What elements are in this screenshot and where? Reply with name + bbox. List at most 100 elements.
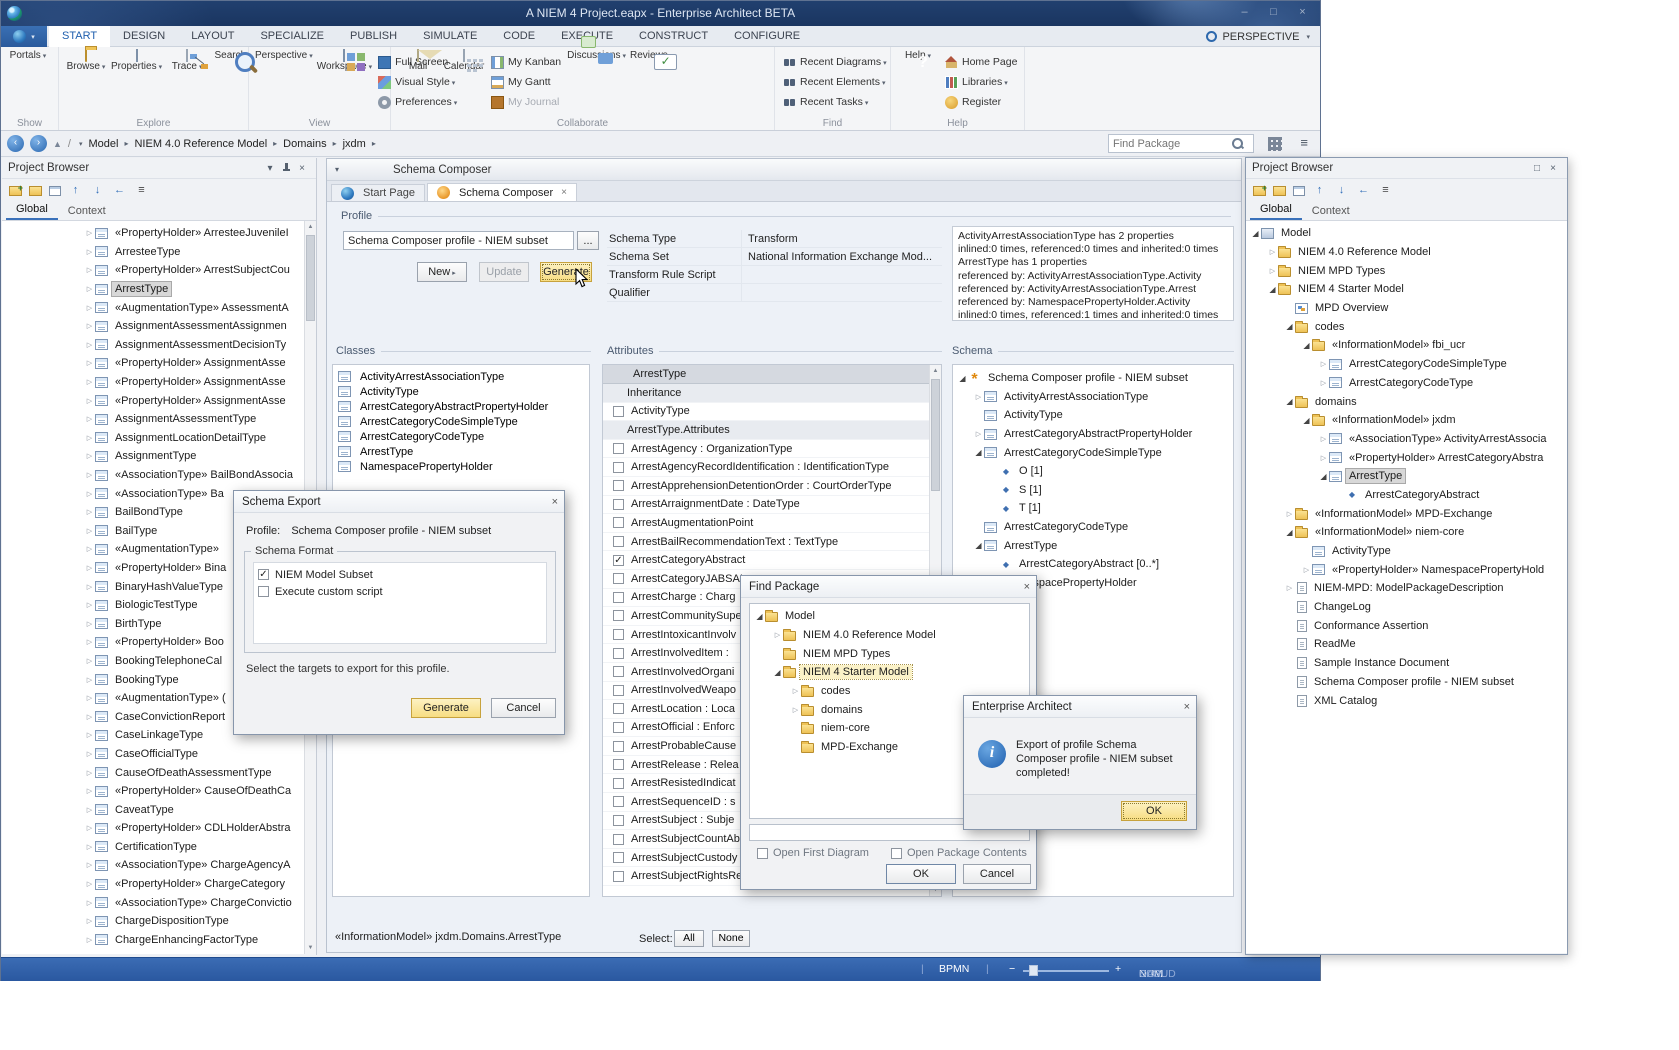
attribute-checkbox[interactable]	[613, 703, 624, 714]
profile-name-input[interactable]	[343, 231, 574, 250]
right-tree-item-informationmodel-fbi-ucr[interactable]: ◢«InformationModel» fbi_ucr	[1246, 336, 1565, 355]
expand-icon[interactable]: ▷	[84, 434, 95, 442]
collapse-icon[interactable]: ◢	[1284, 528, 1295, 537]
expand-icon[interactable]: ▷	[1318, 360, 1329, 368]
attribute-checkbox[interactable]	[613, 648, 624, 659]
ribbon-button-portals[interactable]: Portals▾	[5, 49, 51, 63]
right-tree-item-arresttype[interactable]: ◢ArrestType	[1246, 467, 1565, 486]
right-tree-item-sample-instance-document[interactable]: Sample Instance Document	[1246, 654, 1565, 673]
schema-tree-item-schema-composer-profile-niem-subset[interactable]: ◢Schema Composer profile - NIEM subset	[953, 369, 1233, 388]
maximize-button[interactable]: □	[1260, 4, 1287, 22]
menu-tab-layout[interactable]: LAYOUT	[178, 26, 247, 47]
schema-tree-item-t-1[interactable]: T [1]	[953, 499, 1233, 518]
export-option-niem-model-subset[interactable]: NIEM Model Subset	[258, 566, 542, 583]
attribute-checkbox[interactable]	[613, 555, 624, 566]
class-item-arrestcategorycodetype[interactable]: ArrestCategoryCodeType	[333, 429, 589, 444]
titlebar[interactable]: A NIEM 4 Project.eapx - Enterprise Archi…	[1, 1, 1320, 26]
dialog-titlebar[interactable]: Enterprise Architect ×	[964, 696, 1196, 718]
expand-icon[interactable]: ▷	[84, 452, 95, 460]
menu-tab-simulate[interactable]: SIMULATE	[410, 26, 490, 47]
right-tree-item-niem-mpd-types[interactable]: ▷NIEM MPD Types	[1246, 261, 1565, 280]
attribute-row-activitytype[interactable]: ActivityType	[603, 403, 929, 422]
expand-icon[interactable]: ▷	[84, 936, 95, 944]
expand-icon[interactable]: ▷	[84, 620, 95, 628]
collapse-icon[interactable]: ◢	[1284, 397, 1295, 406]
expand-icon[interactable]: ▷	[1267, 267, 1278, 275]
left-browser-tab-context[interactable]: Context	[58, 202, 116, 220]
left-tree-item-assignmenttype[interactable]: ▷AssignmentType	[2, 447, 304, 466]
scrollbar-thumb[interactable]	[306, 235, 315, 321]
cancel-button[interactable]: Cancel	[491, 698, 556, 718]
ribbon-button-home-page[interactable]: Home Page	[941, 53, 1021, 71]
expand-icon[interactable]: ▷	[84, 397, 95, 405]
zoom-in-button[interactable]: +	[1115, 963, 1121, 975]
close-icon[interactable]: ×	[294, 163, 310, 174]
ribbon-button-help[interactable]: Help▾	[895, 49, 941, 63]
app-menu-button[interactable]: ▾	[1, 26, 47, 47]
packages-icon[interactable]	[29, 186, 42, 196]
attribute-checkbox[interactable]	[613, 666, 624, 677]
right-tree-item-propertyholder-namespacepropertyhold[interactable]: ▷«PropertyHolder» NamespacePropertyHold	[1246, 560, 1565, 579]
right-tree-item-niem-mpd-modelpackagedescription[interactable]: ▷NIEM-MPD: ModelPackageDescription	[1246, 579, 1565, 598]
attribute-checkbox[interactable]	[613, 796, 624, 807]
right-tree-item-model[interactable]: ◢Model	[1246, 224, 1565, 243]
pin-icon[interactable]	[278, 162, 294, 174]
attribute-row-arrestapprehensiondetentionorder-courtordertype[interactable]: ArrestApprehensionDetentionOrder : Court…	[603, 477, 929, 496]
right-tree-item-informationmodel-mpd-exchange[interactable]: ▷«InformationModel» MPD-Exchange	[1246, 504, 1565, 523]
panel-header[interactable]: Project Browser □ ×	[1246, 158, 1567, 179]
left-tree-item-associationtype-bailbondassocia[interactable]: ▷«AssociationType» BailBondAssocia	[2, 466, 304, 485]
perspective-menu[interactable]: PERSPECTIVE ▾	[1206, 26, 1310, 47]
collapse-icon[interactable]: ◢	[973, 541, 984, 550]
left-tree-item-arresteetype[interactable]: ▷ArresteeType	[2, 243, 304, 262]
expand-icon[interactable]: ▷	[84, 490, 95, 498]
find-package-input[interactable]	[1113, 138, 1231, 150]
expand-icon[interactable]: ▷	[84, 824, 95, 832]
ribbon-button-reviews[interactable]: Reviews▾	[628, 49, 675, 63]
right-tree-item-informationmodel-niem-core[interactable]: ◢«InformationModel» niem-core	[1246, 523, 1565, 542]
left-tree-item-propertyholder-arrestsubjectcou[interactable]: ▷«PropertyHolder» ArrestSubjectCou	[2, 261, 304, 280]
status-perspective[interactable]: BPMN	[939, 963, 969, 975]
expand-icon[interactable]: ▷	[790, 706, 801, 714]
ribbon-button-mail[interactable]: Mail	[395, 49, 441, 73]
ribbon-button-properties[interactable]: Properties▾	[109, 49, 164, 74]
option-checkbox[interactable]	[258, 569, 269, 580]
views-icon[interactable]	[49, 186, 61, 196]
options-icon[interactable]: ≡	[134, 183, 149, 197]
expand-icon[interactable]: ▷	[84, 601, 95, 609]
attribute-row-arrestcategoryabstract[interactable]: ArrestCategoryAbstract	[603, 551, 929, 570]
expand-icon[interactable]: ▷	[1284, 510, 1295, 518]
select-all-button[interactable]: All	[674, 930, 704, 947]
schema-tree-item-s-1[interactable]: S [1]	[953, 481, 1233, 500]
schema-tree-item-o-1[interactable]: O [1]	[953, 462, 1233, 481]
collapse-icon[interactable]: ◢	[772, 668, 783, 677]
collapse-icon[interactable]: ◢	[957, 374, 968, 383]
find-package-box[interactable]	[1108, 134, 1254, 153]
expand-icon[interactable]: ▷	[1318, 435, 1329, 443]
left-tree-item-propertyholder-assignmentasse[interactable]: ▷«PropertyHolder» AssignmentAsse	[2, 354, 304, 373]
attribute-checkbox[interactable]	[613, 573, 624, 584]
right-tree-item-arrestcategorycodetype[interactable]: ▷ArrestCategoryCodeType	[1246, 374, 1565, 393]
left-tree-item-chargedispositiontype[interactable]: ▷ChargeDispositionType	[2, 912, 304, 931]
collapse-icon[interactable]: ◢	[1267, 285, 1278, 294]
breadcrumb-item-model[interactable]: Model	[89, 138, 119, 150]
cancel-button[interactable]: Cancel	[963, 864, 1031, 884]
move-up-icon[interactable]: ↑	[1312, 183, 1327, 197]
menu-tab-code[interactable]: CODE	[490, 26, 548, 47]
zoom-out-button[interactable]: −	[1009, 963, 1015, 975]
close-icon[interactable]: ×	[552, 491, 558, 513]
right-tree-item-mpd-overview[interactable]: MPD Overview	[1246, 299, 1565, 318]
move-down-icon[interactable]: ↓	[1334, 183, 1349, 197]
menu-tab-design[interactable]: DESIGN	[110, 26, 178, 47]
attribute-checkbox[interactable]	[613, 834, 624, 845]
open-first-diagram-option[interactable]: Open First Diagram	[757, 847, 869, 859]
add-package-icon[interactable]	[9, 186, 22, 196]
right-tree-item-conformance-assertion[interactable]: Conformance Assertion	[1246, 616, 1565, 635]
collapse-icon[interactable]: ◢	[1318, 472, 1329, 481]
attribute-checkbox[interactable]	[613, 517, 624, 528]
attribute-checkbox[interactable]	[613, 815, 624, 826]
right-tree-item-arrestcategoryabstract[interactable]: ArrestCategoryAbstract	[1246, 486, 1565, 505]
expand-icon[interactable]: ▷	[84, 508, 95, 516]
schema-tree-item-arrestcategorycodetype[interactable]: ArrestCategoryCodeType	[953, 518, 1233, 537]
attribute-checkbox[interactable]	[613, 480, 624, 491]
expand-icon[interactable]: ▷	[84, 731, 95, 739]
